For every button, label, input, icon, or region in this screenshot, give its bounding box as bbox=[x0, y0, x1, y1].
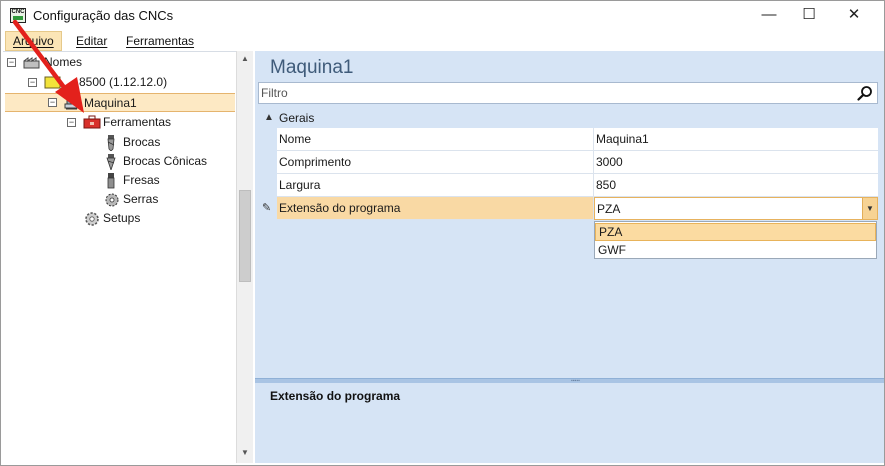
tree-scrollbar[interactable]: ▲ ▼ bbox=[236, 51, 253, 463]
page-title: Maquina1 bbox=[270, 57, 354, 78]
pencil-icon: ✎ bbox=[262, 202, 272, 214]
property-value[interactable]: 850 bbox=[594, 174, 878, 197]
select-value: PZA bbox=[597, 202, 621, 216]
filter-input[interactable] bbox=[261, 84, 851, 102]
property-value[interactable]: Maquina1 bbox=[594, 128, 878, 151]
menu-ferramentas[interactable]: Ferramentas bbox=[119, 31, 201, 51]
extension-dropdown-list: PZA GWF bbox=[594, 221, 877, 259]
property-row-extensao[interactable]: ✎ Extensão do programa PZA ▼ bbox=[258, 197, 878, 220]
tree-item-serras[interactable]: Serras bbox=[3, 190, 235, 209]
tree-item-label: Brocas bbox=[123, 135, 161, 149]
app-window: CNC Configuração das CNCs — ☐ ✕ Arquivo … bbox=[0, 0, 885, 466]
property-row-largura[interactable]: Largura 850 bbox=[258, 174, 878, 197]
tree-item-setups[interactable]: Setups bbox=[3, 209, 235, 228]
property-panel: Maquina1 ▲ Gerais Nome Maquina1 Comprime… bbox=[255, 51, 884, 463]
description-splitter[interactable]: ▪▪▪▪▪ bbox=[255, 378, 884, 384]
tree-item-brocas[interactable]: Brocas bbox=[3, 133, 235, 152]
dropdown-option-gwf[interactable]: GWF bbox=[595, 241, 876, 259]
property-name: Comprimento bbox=[277, 151, 594, 174]
category-gerais[interactable]: ▲ Gerais bbox=[258, 108, 878, 128]
extension-select[interactable]: PZA ▼ bbox=[594, 197, 878, 220]
grip-icon: ▪▪▪▪▪ bbox=[571, 378, 580, 384]
menu-bar: Arquivo Editar Ferramentas bbox=[1, 30, 884, 51]
dropdown-option-pza[interactable]: PZA bbox=[595, 223, 876, 241]
tree-item-label: Serras bbox=[123, 192, 159, 206]
scroll-down-icon[interactable]: ▼ bbox=[237, 445, 253, 461]
tree-panel: − Nomes − 8500 (1.12.12.0) − Maquina1 − … bbox=[3, 19, 236, 463]
scroll-up-icon[interactable]: ▲ bbox=[237, 51, 253, 67]
annotation-arrow-icon bbox=[12, 19, 84, 113]
saw-blade-icon bbox=[105, 193, 119, 207]
property-name: Largura bbox=[277, 174, 594, 197]
property-row-nome[interactable]: Nome Maquina1 bbox=[258, 128, 878, 151]
tree-item-label: Ferramentas bbox=[103, 115, 172, 129]
property-value[interactable]: 3000 bbox=[594, 151, 878, 174]
drill-bit-icon bbox=[107, 135, 115, 151]
chevron-down-icon[interactable]: ▼ bbox=[862, 198, 877, 219]
chevron-up-icon[interactable]: ▲ bbox=[264, 108, 274, 128]
tree-item-label: Setups bbox=[103, 211, 141, 225]
conical-drill-icon bbox=[106, 154, 116, 170]
maximize-button[interactable]: ☐ bbox=[786, 1, 832, 30]
property-name: Extensão do programa bbox=[277, 197, 594, 220]
mill-icon bbox=[107, 173, 115, 189]
property-name: Nome bbox=[277, 128, 594, 151]
category-label: Gerais bbox=[279, 111, 315, 125]
filter-box[interactable] bbox=[258, 82, 878, 104]
property-row-comprimento[interactable]: Comprimento 3000 bbox=[258, 151, 878, 174]
tree-item-label: Fresas bbox=[123, 173, 160, 187]
close-button[interactable]: ✕ bbox=[831, 1, 877, 30]
tree-item-label: Brocas Cônicas bbox=[123, 154, 208, 168]
tree-item-brocas-conicas[interactable]: Brocas Cônicas bbox=[3, 152, 235, 171]
tree-item-fresas[interactable]: Fresas bbox=[3, 171, 235, 190]
gear-icon bbox=[85, 212, 99, 226]
scroll-thumb[interactable] bbox=[239, 190, 251, 282]
description-title: Extensão do programa bbox=[270, 389, 401, 403]
title-bar: CNC Configuração das CNCs — ☐ ✕ bbox=[1, 1, 884, 30]
search-icon[interactable] bbox=[857, 85, 873, 101]
